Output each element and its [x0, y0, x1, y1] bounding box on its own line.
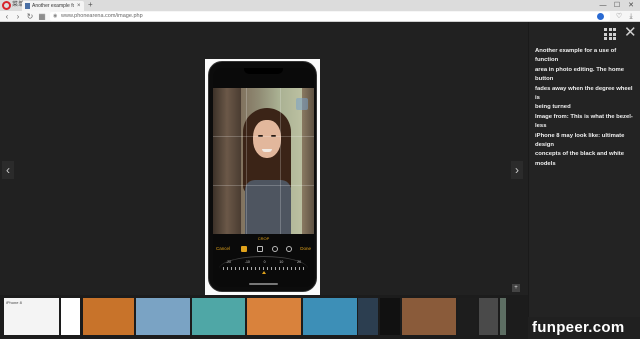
iphone-frame: CROP Cancel Done -20 -10 0 10 20	[208, 61, 317, 292]
url-text[interactable]: www.phonearena.com/image.php	[61, 13, 143, 20]
browser-tab[interactable]: Another example for a u ×	[22, 1, 84, 11]
dial-pointer-icon	[262, 271, 266, 274]
close-icon[interactable]: ✕	[624, 25, 637, 41]
more-tool-icon	[286, 246, 292, 252]
thumbnail[interactable]	[83, 298, 134, 335]
tree-trunk	[213, 88, 241, 234]
edit-top-bar	[213, 74, 314, 88]
thumbnail-strip: iPhone 8	[0, 295, 528, 339]
opera-logo-icon[interactable]	[2, 1, 11, 10]
thumbnail[interactable]	[136, 298, 190, 335]
tab-close-icon[interactable]: ×	[77, 2, 81, 10]
heart-icon[interactable]: ♡	[614, 11, 624, 22]
caption-line: concepts of the black and white models	[535, 151, 625, 167]
dial-numbers: -20 -10 0 10 20	[219, 260, 308, 264]
reload-icon[interactable]: ↻	[25, 11, 35, 22]
home-indicator	[249, 283, 278, 285]
side-panel: ✕ Another example for a use of function …	[528, 22, 640, 317]
thumbnail[interactable]	[458, 298, 477, 335]
chevron-left-icon: ‹	[6, 163, 10, 177]
rotation-dial: -20 -10 0 10 20	[219, 256, 308, 282]
adjust-tool-icon	[272, 246, 278, 252]
smile	[262, 149, 272, 152]
thumbnail[interactable]	[192, 298, 245, 335]
thumbnail[interactable]	[380, 298, 400, 335]
page-favicon-icon	[25, 3, 30, 9]
dial-value: -20	[225, 260, 231, 264]
crop-grid-line	[280, 88, 281, 234]
url-field[interactable]: ◉ www.phonearena.com/image.php	[50, 12, 610, 21]
thumbnail[interactable]	[402, 298, 456, 335]
maximize-button[interactable]: ☐	[610, 0, 624, 11]
phone-notch	[244, 68, 283, 74]
dial-value: -10	[244, 260, 250, 264]
thumbnail[interactable]	[500, 298, 506, 335]
crop-grid-line	[213, 185, 314, 186]
download-icon[interactable]: ⤓	[626, 11, 636, 22]
back-icon[interactable]: ‹	[2, 11, 12, 22]
tab-title: Another example for a u	[32, 3, 74, 9]
crop-grid-line	[246, 88, 247, 234]
browser-tab-bar: 菜单 Another example for a u × + — ☐ ✕	[0, 0, 640, 11]
caption-line: iPhone 8 may look like: ultimate design	[535, 132, 625, 149]
expand-strip-button[interactable]: +	[512, 284, 520, 292]
watermark: funpeer.com	[532, 319, 625, 336]
gallery-grid-icon[interactable]	[604, 28, 616, 40]
edited-photo	[213, 88, 314, 234]
window-controls: — ☐ ✕	[596, 0, 638, 11]
speed-dial-icon[interactable]: ▦	[37, 11, 47, 22]
next-image-button[interactable]: ›	[511, 161, 523, 179]
caption-line: fades away when the degree wheel is	[535, 85, 633, 102]
crop-grid-line	[213, 136, 314, 137]
main-image: CROP Cancel Done -20 -10 0 10 20	[205, 59, 320, 295]
edit-mode-label: CROP	[257, 236, 270, 241]
dial-value: 0	[263, 260, 266, 264]
extension-badge-icon[interactable]	[597, 13, 604, 20]
caption-line: being turned	[535, 104, 571, 111]
image-caption: Another example for a use of function ar…	[535, 47, 637, 169]
crop-aspect-icon	[296, 98, 308, 110]
phone-screen: CROP Cancel Done -20 -10 0 10 20	[213, 68, 314, 287]
dial-value: 10	[279, 260, 284, 264]
chevron-right-icon: ›	[515, 163, 519, 177]
woman-shirt	[245, 180, 291, 234]
dial-value: 20	[297, 260, 302, 264]
thumbnail[interactable]	[303, 298, 357, 335]
close-window-button[interactable]: ✕	[624, 0, 638, 11]
new-tab-button[interactable]: +	[88, 0, 93, 10]
caption-line: area in photo editing. The home button	[535, 66, 625, 83]
thumbnail[interactable]	[358, 298, 378, 335]
caption-line: Another example for a use of function	[535, 48, 617, 64]
thumbnail[interactable]	[479, 298, 498, 335]
caption-line: Image from: This is what the bezel-less	[535, 113, 633, 130]
woman-face	[253, 120, 281, 158]
thumbnail-label: iPhone 8	[6, 300, 22, 305]
forward-icon[interactable]: ›	[13, 11, 23, 22]
thumbnail[interactable]	[247, 298, 301, 335]
thumbnail[interactable]	[61, 298, 80, 335]
minimize-button[interactable]: —	[596, 0, 610, 11]
dial-ticks	[223, 267, 304, 270]
crop-tool-icon	[241, 246, 247, 252]
done-label: Done	[300, 246, 311, 251]
site-info-icon[interactable]: ◉	[53, 13, 57, 20]
thumbnail[interactable]: iPhone 8	[4, 298, 59, 335]
address-bar: ‹ › ↻ ▦ ◉ www.phonearena.com/image.php ♡…	[0, 11, 640, 22]
filters-tool-icon	[257, 246, 263, 252]
previous-image-button[interactable]: ‹	[2, 161, 14, 179]
edit-toolbar: Cancel Done	[213, 244, 314, 254]
cancel-label: Cancel	[216, 246, 231, 251]
